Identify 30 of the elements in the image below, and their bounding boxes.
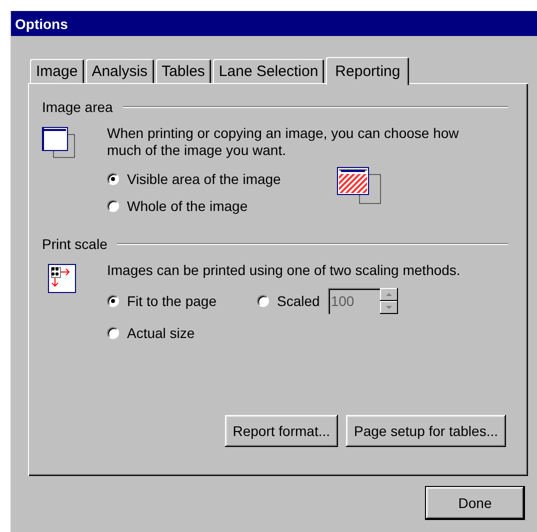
window-title: Options bbox=[11, 11, 537, 36]
radio-label[interactable]: Whole of the image bbox=[127, 198, 248, 214]
caret-up-icon bbox=[386, 293, 392, 296]
done-button[interactable]: Done bbox=[426, 487, 524, 519]
tab[interactable]: Lane Selection bbox=[212, 59, 324, 83]
action-button[interactable]: Page setup for tables... bbox=[346, 415, 506, 447]
window-icon bbox=[42, 127, 76, 159]
action-button[interactable]: Report format... bbox=[224, 415, 338, 447]
radio-label[interactable]: Scaled bbox=[277, 293, 320, 309]
tab[interactable]: Tables bbox=[156, 59, 211, 83]
radio-label[interactable]: Fit to the page bbox=[127, 293, 217, 309]
page-scaling-icon bbox=[48, 264, 76, 293]
description-text: When printing or copying an image, you can choose how much of the image you want. bbox=[107, 125, 460, 159]
radio-label[interactable]: Visible area of the image bbox=[127, 171, 281, 187]
radio-button[interactable] bbox=[107, 295, 119, 307]
radio-button[interactable] bbox=[107, 173, 119, 185]
section-heading: Image area bbox=[42, 99, 113, 115]
spin-up-button[interactable] bbox=[380, 288, 398, 301]
tab[interactable]: Analysis bbox=[86, 59, 154, 83]
radio-button[interactable] bbox=[257, 295, 269, 307]
section-heading: Print scale bbox=[42, 236, 108, 252]
radio-label[interactable]: Actual size bbox=[127, 325, 195, 341]
radio-button[interactable] bbox=[107, 200, 119, 212]
caret-down-icon bbox=[386, 306, 392, 309]
spin-down-button[interactable] bbox=[380, 301, 398, 314]
window-preview-icon bbox=[337, 167, 382, 205]
description-text: Images can be printed using one of two scaling methods. bbox=[107, 262, 462, 279]
tab[interactable]: Reporting bbox=[326, 57, 410, 85]
tab[interactable]: Image bbox=[30, 59, 84, 83]
radio-button[interactable] bbox=[107, 327, 119, 339]
